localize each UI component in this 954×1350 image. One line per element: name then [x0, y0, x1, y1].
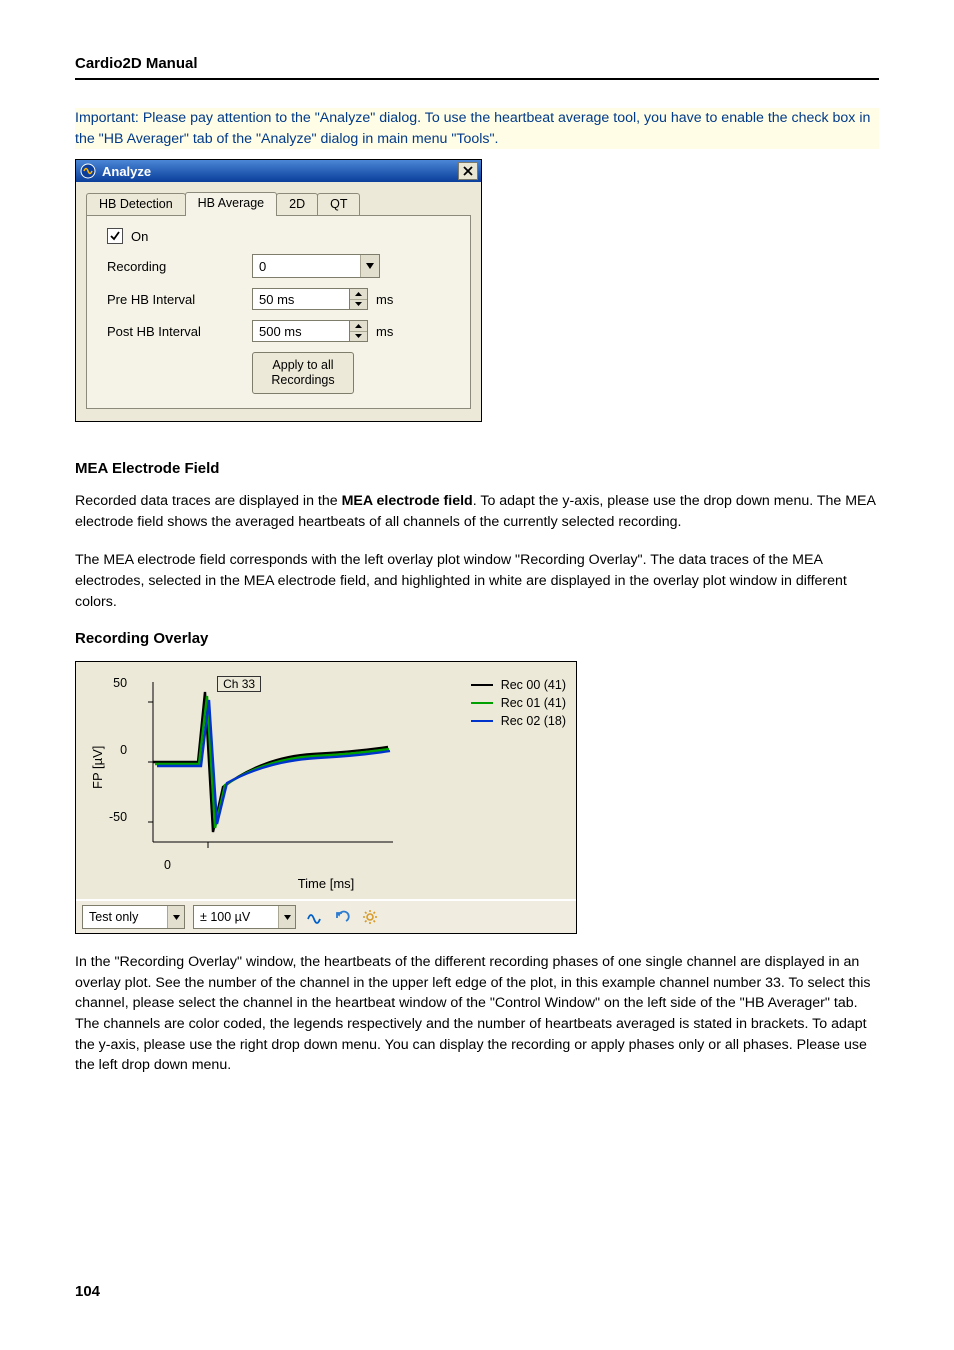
chevron-down-icon [278, 906, 295, 928]
tab-hb-detection[interactable]: HB Detection [86, 193, 186, 215]
spinner-up-icon[interactable] [350, 289, 367, 300]
spinner-up-icon[interactable] [350, 321, 367, 332]
undo-icon[interactable] [332, 907, 352, 927]
analyze-dialog: Analyze HB Detection HB Average 2D QT On [75, 159, 482, 422]
autoscale-icon[interactable] [304, 907, 324, 927]
recording-value: 0 [259, 259, 266, 274]
tab-hb-average[interactable]: HB Average [185, 192, 277, 216]
plot-area: Ch 33 [133, 672, 461, 862]
on-checkbox[interactable] [107, 228, 123, 244]
legend-swatch [471, 720, 493, 722]
mea-section-title: MEA Electrode Field [75, 460, 879, 477]
chevron-down-icon [360, 255, 379, 277]
y-axis-label: FP [µV] [86, 672, 109, 862]
on-label: On [131, 229, 148, 244]
x-axis-label: Time [ms] [86, 872, 566, 899]
tab-2d[interactable]: 2D [276, 193, 318, 215]
scale-combo[interactable]: ± 100 µV [193, 905, 296, 929]
page-header: Cardio2D Manual [75, 55, 879, 80]
pre-hb-unit: ms [376, 292, 393, 307]
channel-label: Ch 33 [217, 676, 261, 692]
chart-toolbar: Test only ± 100 µV [76, 899, 576, 933]
post-hb-spinner[interactable]: 500 ms [252, 320, 368, 342]
spinner-down-icon[interactable] [350, 300, 367, 310]
legend-item-rec02: Rec 02 (18) [471, 714, 566, 728]
page-number: 104 [75, 1283, 100, 1300]
dialog-title: Analyze [102, 164, 151, 179]
y-ticks: 50 0 -50 [109, 672, 133, 862]
legend-item-rec01: Rec 01 (41) [471, 696, 566, 710]
pre-hb-value: 50 ms [259, 292, 294, 307]
legend-swatch [471, 684, 493, 686]
apply-all-button[interactable]: Apply to all Recordings [252, 352, 354, 394]
app-icon [80, 163, 96, 179]
overlay-section-title: Recording Overlay [75, 630, 879, 647]
tabs-row: HB Detection HB Average 2D QT [76, 182, 481, 215]
post-hb-value: 500 ms [259, 324, 302, 339]
legend: Rec 00 (41) Rec 01 (41) Rec 02 (18) [461, 672, 566, 862]
gear-icon[interactable] [360, 907, 380, 927]
mea-paragraph-2: The MEA electrode field corresponds with… [75, 550, 879, 612]
tab-qt[interactable]: QT [317, 193, 360, 215]
pre-hb-label: Pre HB Interval [107, 292, 252, 307]
post-hb-label: Post HB Interval [107, 324, 252, 339]
dialog-titlebar: Analyze [76, 160, 481, 182]
post-hb-unit: ms [376, 324, 393, 339]
pre-hb-spinner[interactable]: 50 ms [252, 288, 368, 310]
recording-combo[interactable]: 0 [252, 254, 380, 278]
chevron-down-icon [167, 906, 184, 928]
legend-item-rec00: Rec 00 (41) [471, 678, 566, 692]
phase-combo[interactable]: Test only [82, 905, 185, 929]
overlay-paragraph: In the "Recording Overlay" window, the h… [75, 952, 879, 1076]
spinner-down-icon[interactable] [350, 332, 367, 342]
mea-paragraph-1: Recorded data traces are displayed in th… [75, 491, 879, 532]
recording-label: Recording [107, 259, 252, 274]
recording-overlay-chart: FP [µV] 50 0 -50 Ch 33 [75, 661, 577, 934]
close-button[interactable] [458, 162, 478, 180]
important-note: Important: Please pay attention to the "… [75, 108, 879, 149]
tab-body: On Recording 0 Pre HB Interval 50 ms [86, 215, 471, 409]
legend-swatch [471, 702, 493, 704]
